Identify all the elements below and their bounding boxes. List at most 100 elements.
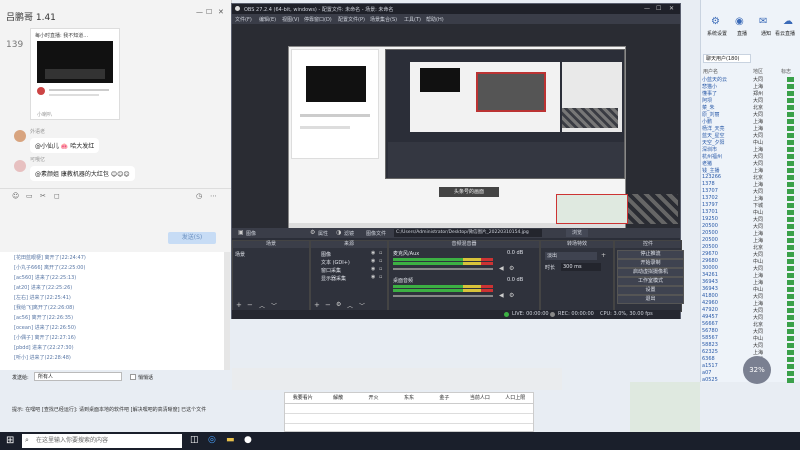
start-recording-button[interactable]: 开始录制 [617,259,684,268]
tab-live[interactable]: 直播 [737,30,747,37]
move-down-icon[interactable]: ﹀ [271,301,277,310]
user-name[interactable]: 56667 [702,321,750,327]
user-name[interactable]: 懂事了 [702,90,750,97]
user-name[interactable]: 蓝天_星空 [702,132,750,139]
task-view-icon[interactable]: ◫ [190,435,199,445]
remove-icon[interactable]: − [247,301,253,309]
gear-icon[interactable]: ⚙ [509,292,514,299]
menu-tools[interactable]: 工具(T) [404,16,421,23]
lock-icon[interactable]: ▫ [379,266,382,272]
post-card[interactable]: 每小时直播: 我不知道... 小喇叭 [30,28,120,120]
tab-notify[interactable]: 通知 [761,30,771,37]
user-name[interactable]: 36943 [702,286,750,292]
user-list-tab[interactable]: 聊天用户(180) [703,54,751,63]
user-name[interactable]: 6368 [702,356,750,362]
eye-icon[interactable]: ◉ [371,274,375,280]
filters-button[interactable]: 滤镜 [344,230,354,237]
send-to-select[interactable]: 所有人 [34,372,122,381]
user-name[interactable]: 杭州福州 [702,153,750,160]
stop-streaming-button[interactable]: 停止推流 [617,250,684,259]
user-name[interactable]: 30000 [702,265,750,271]
move-up-icon[interactable]: ︿ [347,301,353,310]
user-name[interactable]: 29670 [702,251,750,257]
user-name[interactable]: 56780 [702,328,750,334]
user-name[interactable]: 58823 [702,342,750,348]
bell-icon[interactable]: ✉ [759,16,767,27]
user-name[interactable]: 123266 [702,174,750,180]
user-name[interactable]: 钱_主播 [702,167,750,174]
folder-icon[interactable]: ▬ [226,435,235,445]
browser-icon[interactable]: ◎ [208,435,216,445]
user-name[interactable]: 20500 [702,230,750,236]
maximize-icon[interactable]: ☐ [656,5,661,12]
scene-item[interactable]: 场景 [235,251,245,258]
gear-icon[interactable]: ⚙ [509,265,514,272]
browse-button[interactable]: 浏览 [566,229,588,237]
user-name[interactable]: 13707 [702,188,750,194]
obs-preview[interactable]: 头条号的画面 [232,24,680,238]
close-icon[interactable]: ✕ [218,8,224,16]
eye-icon[interactable]: ◉ [371,258,375,264]
speed-badge[interactable]: 32% [743,356,771,384]
lock-icon[interactable]: ▫ [379,258,382,264]
user-name[interactable]: 13797 [702,202,750,208]
folder-icon[interactable]: ▭ [26,192,33,200]
lock-icon[interactable]: ▫ [379,274,382,280]
remove-icon[interactable]: − [325,301,331,309]
log-scrollbar[interactable] [224,252,230,370]
source-item[interactable]: 图像 [321,251,331,258]
virtual-camera-button[interactable]: 启动虚拟摄像机 [617,268,684,277]
user-name[interactable]: 49457 [702,314,750,320]
add-icon[interactable]: + [236,301,242,309]
mic-volume-slider[interactable] [393,268,493,270]
close-icon[interactable]: ✕ [669,5,674,12]
properties-button[interactable]: 属性 [318,230,328,237]
tab-cloud-live[interactable]: 看云直播 [775,30,795,37]
studio-mode-button[interactable]: 工作室模式 [617,277,684,286]
maximize-icon[interactable]: ☐ [206,8,212,16]
menu-file[interactable]: 文件(F) [235,16,252,23]
filter-icon[interactable]: ◑ [336,229,341,236]
exit-button[interactable]: 退出 [617,295,684,304]
add-icon[interactable]: + [601,252,606,259]
user-name[interactable]: a0525 [702,377,750,383]
scissors-icon[interactable]: ✂ [40,192,46,200]
user-name[interactable]: 34261 [702,272,750,278]
taskbar-search-input[interactable]: 在这里输入你要搜索的内容 [22,434,182,448]
source-item[interactable]: 显示器采集 [321,275,346,282]
send-button[interactable]: 发送(S) [168,232,216,244]
move-up-icon[interactable]: ︿ [259,301,265,310]
user-name[interactable]: 天空_夕阳 [702,139,750,146]
post-video-thumbnail[interactable] [37,41,113,83]
settings-button[interactable]: 设置 [617,286,684,295]
source-item[interactable]: 窗口采集 [321,267,341,274]
more-icon[interactable]: ⋯ [210,192,217,200]
user-name[interactable]: 阿坝 [702,97,750,104]
user-name[interactable]: 20500 [702,237,750,243]
windows-start-icon[interactable]: ⊞ [6,435,14,446]
user-name[interactable]: 62325 [702,349,750,355]
emoji-icon[interactable]: ☺ [12,192,19,200]
user-name[interactable]: 悲猫小 [702,83,750,90]
move-down-icon[interactable]: ﹀ [359,301,365,310]
tab-system-settings[interactable]: 系统设置 [707,30,727,37]
minimize-icon[interactable]: — [196,8,203,16]
gear-icon[interactable]: ⚙ [336,301,341,308]
lock-icon[interactable]: ▫ [379,250,382,256]
eye-icon[interactable]: ◉ [371,250,375,256]
image-path-field[interactable]: C:/Users/Administrator/Desktop/微信图片_2022… [394,229,542,237]
user-name[interactable]: 1378 [702,181,750,187]
menu-docks[interactable]: 停靠窗口(D) [304,16,332,23]
transition-select[interactable]: 淡出 [545,252,597,260]
eye-icon[interactable]: ◉ [371,266,375,272]
settings-icon[interactable]: ⚙ [711,16,720,27]
history-icon[interactable]: ◷ [196,192,202,200]
source-item[interactable]: 文本 (GDI+) [321,259,350,266]
duration-input[interactable]: 300 ms [561,263,601,271]
user-name[interactable]: 杨洋_天亮 [702,125,750,132]
user-name[interactable]: 小鹏 [702,118,750,125]
user-name[interactable]: 原_刘丽 [702,111,750,118]
menu-profile[interactable]: 配置文件(P) [338,16,365,23]
minimize-icon[interactable]: — [644,5,650,12]
menu-view[interactable]: 视图(V) [282,16,299,23]
